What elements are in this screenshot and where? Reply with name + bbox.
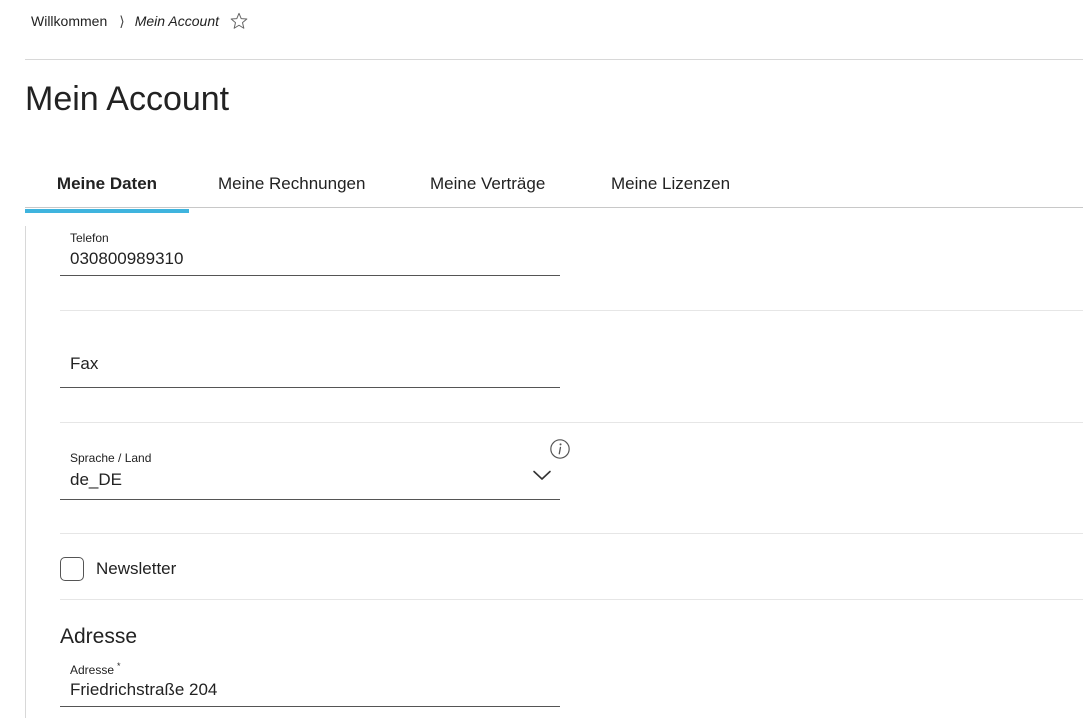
adresse-label-text: Adresse xyxy=(70,663,115,677)
tab-meine-vertraege[interactable]: Meine Verträge xyxy=(407,160,591,208)
header-divider xyxy=(25,59,1083,60)
breadcrumb-home-link[interactable]: Willkommen xyxy=(31,13,107,29)
content-left-border xyxy=(25,226,26,718)
required-mark: * xyxy=(117,661,121,671)
breadcrumb-current: Mein Account xyxy=(134,13,220,29)
page-title: Mein Account xyxy=(25,80,230,118)
sprache-land-label: Sprache / Land xyxy=(70,451,152,465)
chevron-down-icon[interactable] xyxy=(532,468,552,482)
fax-placeholder: Fax xyxy=(70,354,99,373)
row-divider xyxy=(60,422,1083,423)
adresse-section-title: Adresse xyxy=(60,625,138,648)
newsletter-checkbox[interactable] xyxy=(60,557,84,581)
telefon-field[interactable]: Telefon 030800989310 xyxy=(60,228,560,276)
adresse-field[interactable]: Adresse * Friedrichstraße 204 xyxy=(60,658,560,707)
telefon-value: 030800989310 xyxy=(70,249,184,268)
tab-bar: Meine Daten Meine Rechnungen Meine Vertr… xyxy=(25,160,1083,213)
tab-meine-rechnungen[interactable]: Meine Rechnungen xyxy=(189,160,407,208)
breadcrumb-separator: ⟩ xyxy=(119,12,125,29)
star-icon[interactable] xyxy=(229,11,249,31)
sprache-land-value: de_DE xyxy=(70,470,122,489)
telefon-label: Telefon xyxy=(70,231,109,245)
tab-meine-lizenzen[interactable]: Meine Lizenzen xyxy=(591,160,791,208)
adresse-label: Adresse * xyxy=(70,661,121,677)
newsletter-checkbox-row[interactable]: Newsletter xyxy=(60,556,176,582)
newsletter-label: Newsletter xyxy=(96,559,177,578)
row-divider xyxy=(60,310,1083,311)
row-divider xyxy=(60,533,1083,534)
sprache-land-select[interactable]: Sprache / Land de_DE xyxy=(60,449,560,500)
tab-meine-daten[interactable]: Meine Daten xyxy=(25,160,189,213)
breadcrumb: Willkommen ⟩ Mein Account xyxy=(31,9,249,33)
row-divider xyxy=(60,599,1083,600)
adresse-value: Friedrichstraße 204 xyxy=(70,680,218,699)
fax-field[interactable]: Fax xyxy=(60,342,560,388)
